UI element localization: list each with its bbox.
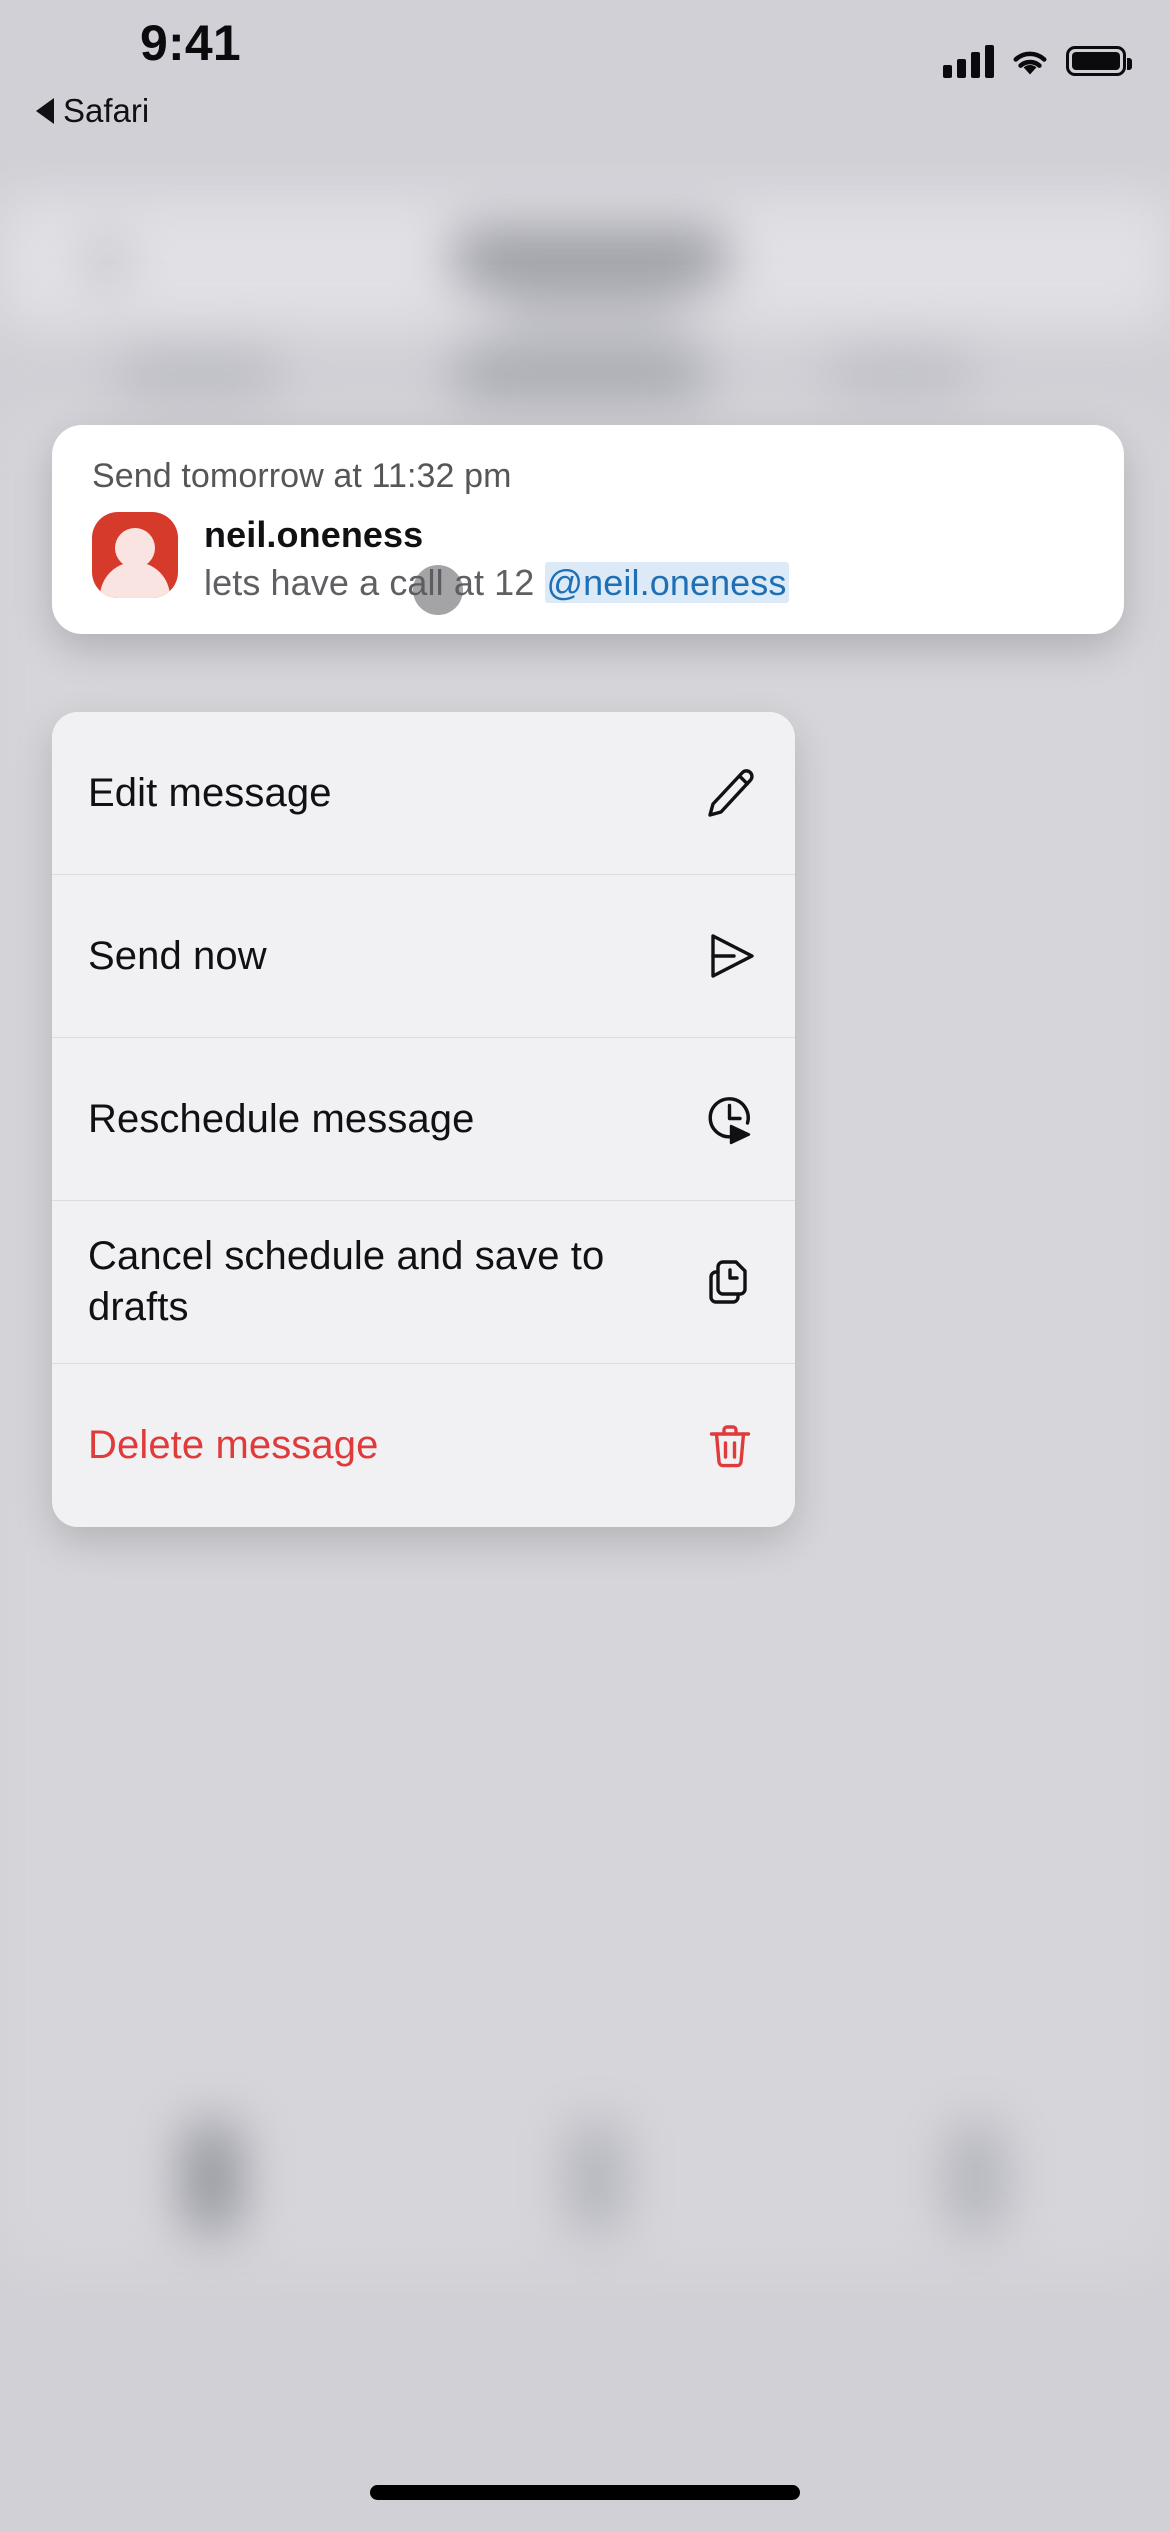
menu-item-label: Cancel schedule and save to drafts [88, 1234, 605, 1329]
status-bar-indicators [943, 44, 1132, 78]
message-preview-text: neil.oneness lets have a call at 12 @nei… [204, 512, 789, 604]
background-tab-2 [570, 2124, 622, 2232]
back-triangle-icon [36, 98, 54, 124]
background-back-button [96, 238, 118, 284]
menu-item-label: Send now [88, 933, 267, 978]
back-to-app-label: Safari [63, 92, 150, 129]
context-action-menu: Edit message Send now Reschedule message [52, 712, 795, 1527]
menu-item-reschedule-message[interactable]: Reschedule message [52, 1038, 795, 1201]
menu-item-cancel-schedule-save-drafts[interactable]: Cancel schedule and save to drafts [52, 1201, 795, 1364]
message-mention[interactable]: @neil.oneness [544, 562, 789, 603]
menu-item-label: Reschedule message [88, 1096, 475, 1141]
touch-point-indicator [413, 565, 463, 615]
send-icon [701, 927, 759, 985]
schedule-time-label: Send tomorrow at 11:32 pm [92, 457, 512, 495]
user-avatar-icon [92, 512, 178, 598]
background-title [455, 228, 725, 288]
menu-item-edit-message[interactable]: Edit message [52, 712, 795, 875]
battery-full-icon [1066, 46, 1132, 76]
trash-icon [701, 1417, 759, 1475]
copy-clock-icon [701, 1253, 759, 1311]
status-bar: 9:41 [0, 0, 1170, 150]
menu-item-send-now[interactable]: Send now [52, 875, 795, 1038]
message-preview-row: neil.oneness lets have a call at 12 @nei… [92, 512, 1084, 604]
menu-item-label: Edit message [88, 770, 332, 815]
message-username: neil.oneness [204, 514, 424, 555]
pencil-icon [701, 764, 759, 822]
wifi-icon [1010, 44, 1050, 78]
background-tab-3 [950, 2124, 1002, 2232]
background-chip-center [455, 348, 705, 400]
background-tab-1 [186, 2124, 238, 2232]
back-to-app-button[interactable]: Safari [36, 92, 149, 130]
message-body: lets have a call at 12 @neil.oneness [204, 562, 789, 604]
background-chip-right [830, 352, 970, 396]
cellular-bars-icon [943, 44, 994, 78]
home-indicator [370, 2485, 800, 2500]
scheduled-message-card[interactable]: Send tomorrow at 11:32 pm neil.oneness l… [52, 425, 1124, 634]
clock-arrow-icon [701, 1090, 759, 1148]
message-body-text: lets have a call at 12 [204, 562, 545, 603]
background-subtitle [500, 296, 680, 322]
menu-item-label: Delete message [88, 1423, 379, 1468]
status-bar-time: 9:41 [140, 15, 241, 71]
background-chip-left [118, 352, 278, 398]
menu-item-delete-message[interactable]: Delete message [52, 1364, 795, 1527]
